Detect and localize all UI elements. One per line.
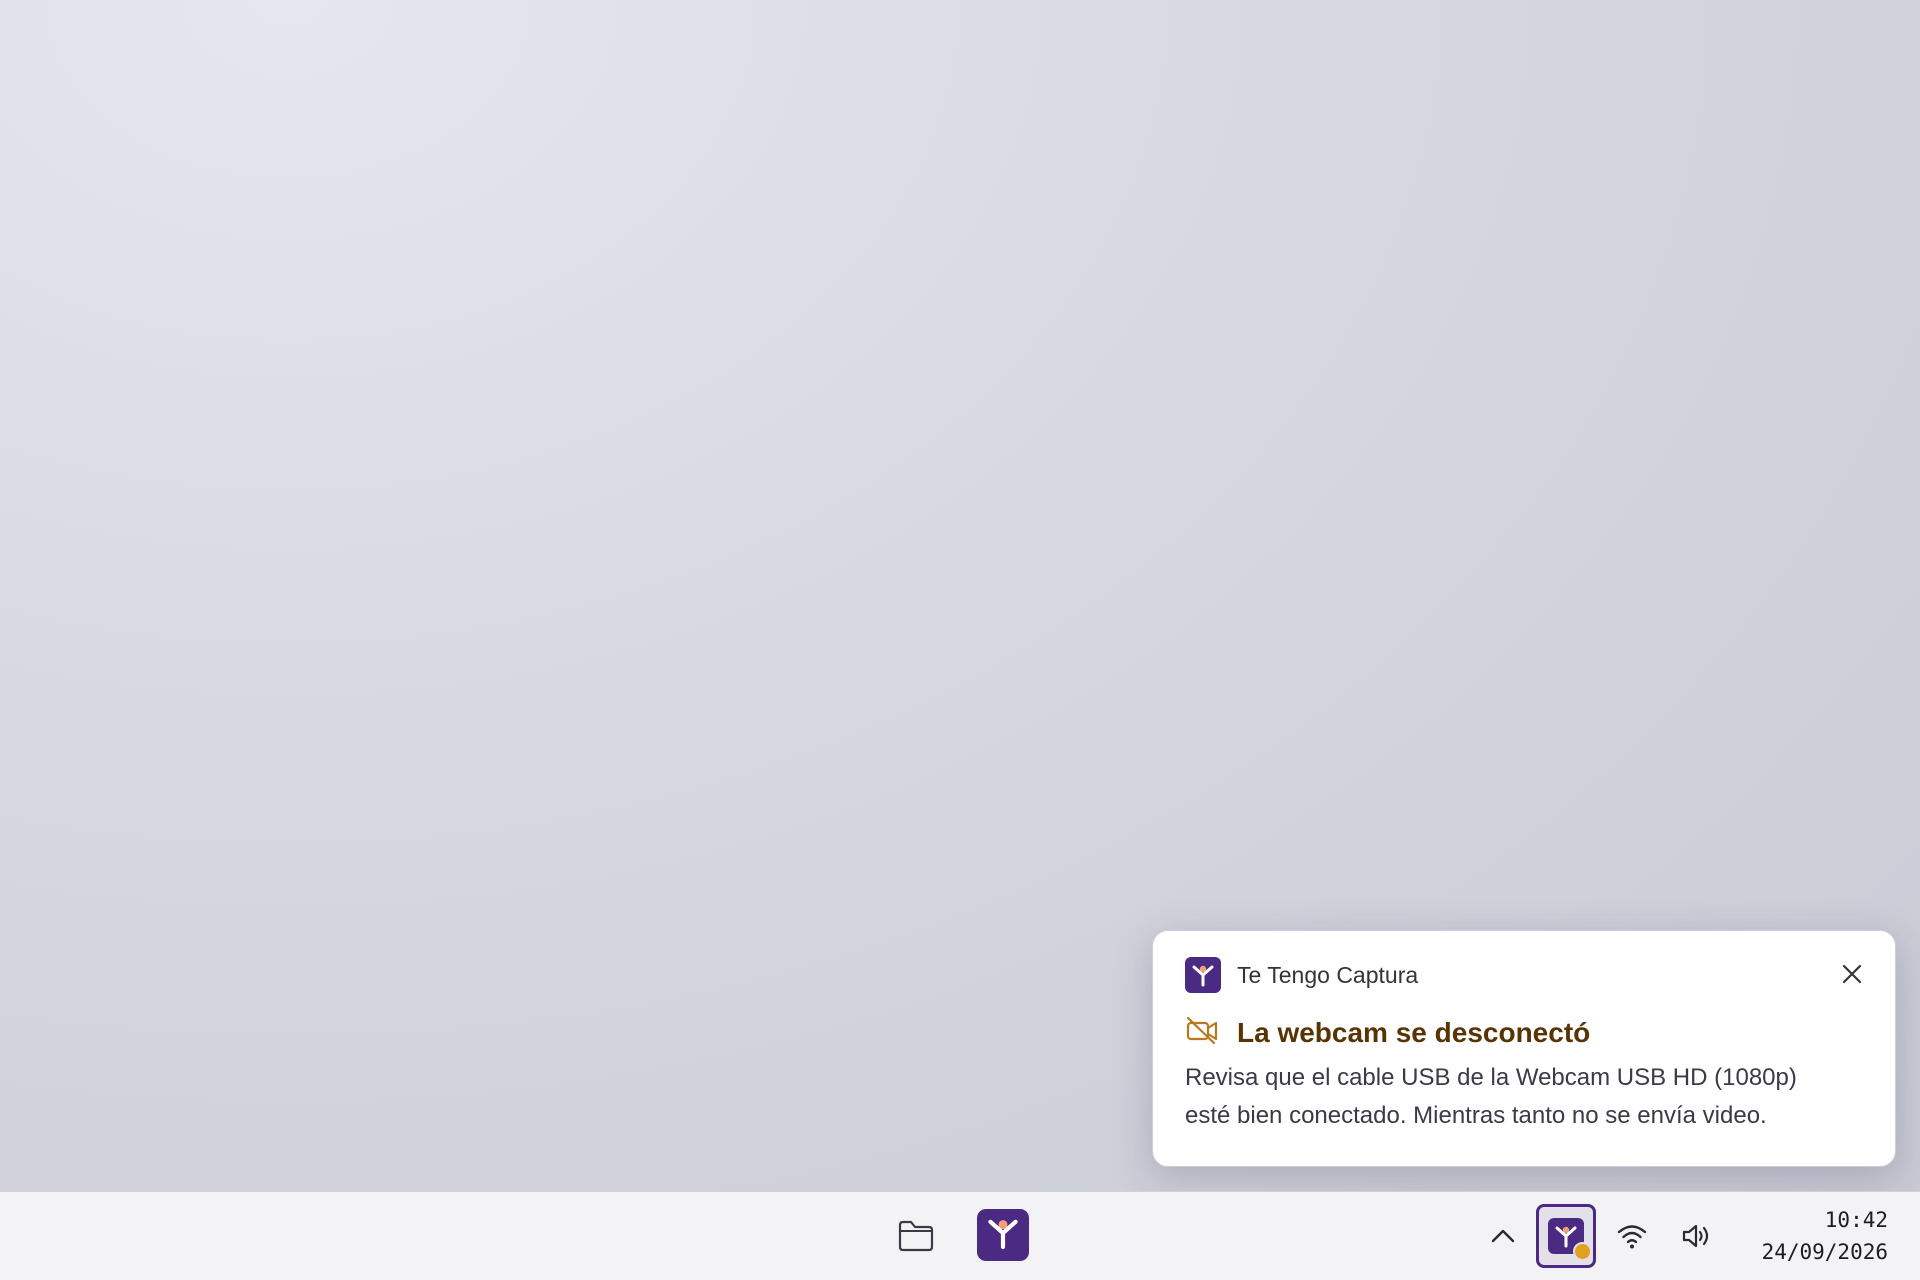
notification-title-row: La webcam se desconectó — [1185, 1015, 1590, 1050]
te-tengo-captura-tray-button[interactable] — [1536, 1204, 1596, 1268]
folder-icon[interactable] — [892, 1212, 940, 1260]
warning-status-dot — [1573, 1242, 1592, 1261]
te-tengo-captura-app-icon — [1185, 957, 1221, 993]
close-icon[interactable] — [1835, 957, 1869, 991]
volume-icon[interactable] — [1676, 1216, 1716, 1256]
wifi-icon[interactable] — [1612, 1216, 1652, 1256]
te-tengo-captura-taskbar-button[interactable] — [977, 1209, 1029, 1261]
notification-body-line: Revisa que el cable USB de la Webcam USB… — [1185, 1064, 1797, 1091]
taskbar: 10:42 24/09/2026 — [0, 1191, 1920, 1280]
te-tengo-captura-app-icon — [982, 1212, 1024, 1259]
clock-time: 10:42 — [1824, 1208, 1888, 1232]
chevron-up-icon[interactable] — [1486, 1216, 1520, 1256]
notification-header: Te Tengo Captura — [1185, 957, 1418, 993]
notification-title: La webcam se desconectó — [1237, 1016, 1591, 1048]
notification-body-line: esté bien conectado. Mientras tanto no s… — [1185, 1102, 1767, 1129]
te-tengo-captura-tray-icon — [1548, 1218, 1592, 1261]
clock-date: 24/09/2026 — [1761, 1240, 1888, 1264]
notification-body: Revisa que el cable USB de la Webcam USB… — [1185, 1059, 1875, 1135]
camera-off-icon — [1185, 1015, 1219, 1050]
notification-toast[interactable]: Te Tengo Captura La webcam se desconectó… — [1152, 930, 1896, 1167]
taskbar-clock[interactable]: 10:42 24/09/2026 — [1762, 1204, 1888, 1268]
notification-app-name: Te Tengo Captura — [1237, 961, 1419, 988]
